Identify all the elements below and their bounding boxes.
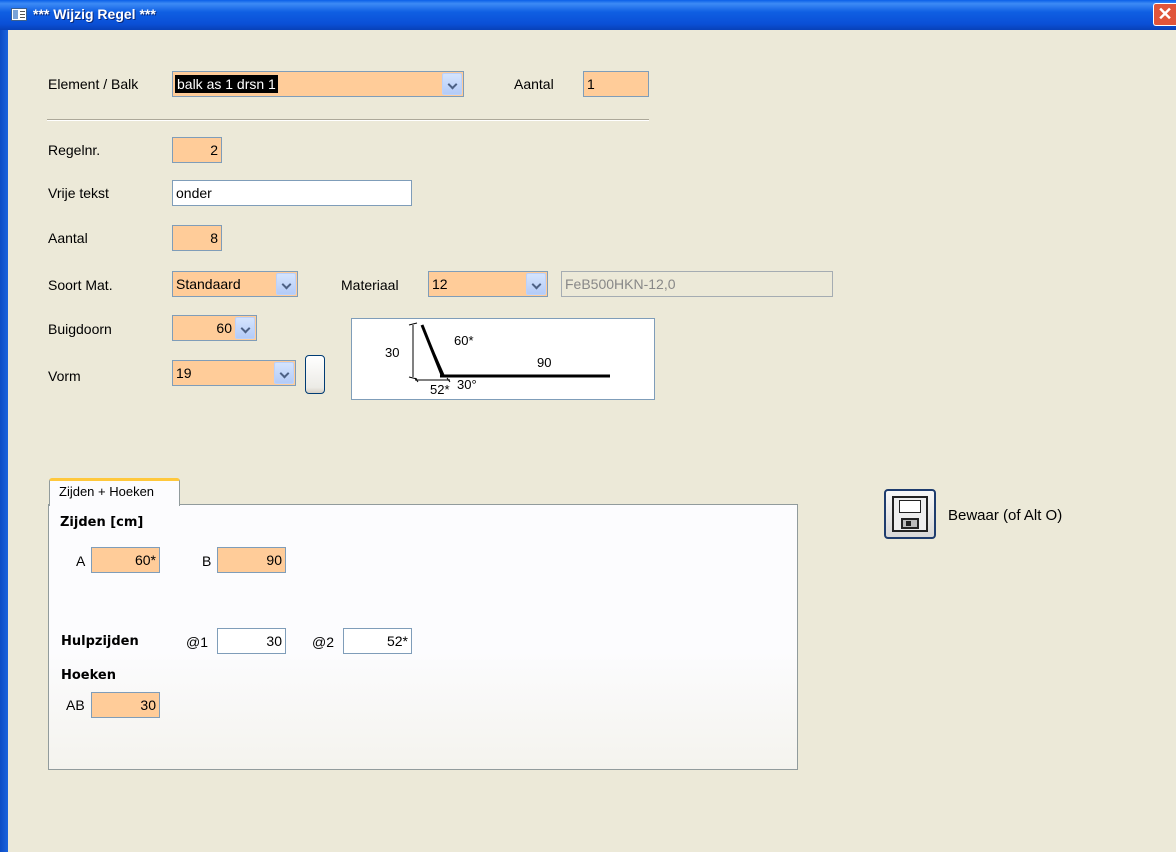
hoeken-heading: Hoeken bbox=[61, 668, 116, 683]
hulpzijde-2-field[interactable]: 52* bbox=[343, 628, 412, 654]
zijde-b-field[interactable]: 90 bbox=[217, 547, 286, 573]
chevron-down-icon[interactable] bbox=[442, 73, 462, 95]
vorm-combo[interactable]: 19 bbox=[172, 360, 296, 386]
vorm-picker-button[interactable] bbox=[305, 355, 325, 394]
aantal-field[interactable]: 8 bbox=[172, 225, 222, 251]
title-bar: *** Wijzig Regel *** ✕ bbox=[0, 0, 1176, 30]
element-balk-label: Element / Balk bbox=[48, 76, 139, 92]
shape-side-a bbox=[420, 324, 444, 376]
hulpzijde-1-label: @1 bbox=[186, 634, 208, 650]
hulpzijde-2-label: @2 bbox=[312, 634, 334, 650]
hoek-ab-field[interactable]: 30 bbox=[91, 692, 160, 718]
chevron-down-icon[interactable] bbox=[274, 362, 294, 384]
header-aantal-label: Aantal bbox=[514, 76, 554, 92]
shape-angle-label: 30° bbox=[457, 377, 477, 392]
vorm-value: 19 bbox=[176, 365, 192, 381]
tab-panel bbox=[48, 504, 798, 770]
tab-zijden-hoeken[interactable]: Zijden + Hoeken bbox=[49, 478, 180, 506]
bar-shape-drawing: 30 60* 90 52* 30° bbox=[385, 322, 610, 397]
vrije-tekst-label: Vrije tekst bbox=[48, 185, 109, 201]
zijde-b-label: B bbox=[202, 553, 212, 569]
header-aantal-field[interactable]: 1 bbox=[583, 71, 649, 97]
close-button[interactable]: ✕ bbox=[1153, 3, 1176, 26]
zijde-a-label: A bbox=[76, 553, 86, 569]
aantal-label: Aantal bbox=[48, 230, 88, 246]
element-balk-value: balk as 1 drsn 1 bbox=[175, 75, 278, 93]
shape-bottom-label: 52* bbox=[430, 382, 450, 397]
save-button[interactable] bbox=[884, 489, 936, 539]
soort-mat-combo[interactable]: Standaard bbox=[172, 271, 298, 297]
window-border bbox=[0, 30, 8, 852]
hulpzijden-heading: Hulpzijden bbox=[61, 634, 139, 649]
materiaal-description: FeB500HKN-12,0 bbox=[561, 271, 833, 297]
soort-mat-label: Soort Mat. bbox=[48, 277, 113, 293]
soort-mat-value: Standaard bbox=[176, 276, 241, 292]
save-label[interactable]: Bewaar (of Alt O) bbox=[948, 507, 1062, 524]
hulpzijde-1-field[interactable]: 30 bbox=[217, 628, 286, 654]
chevron-down-icon[interactable] bbox=[276, 273, 296, 295]
shape-side-a-label: 60* bbox=[454, 333, 474, 348]
vorm-label: Vorm bbox=[48, 368, 81, 384]
materiaal-value: 12 bbox=[432, 276, 448, 292]
floppy-disk-icon bbox=[892, 496, 928, 532]
regelnr-field[interactable]: 2 bbox=[172, 137, 222, 163]
hoek-ab-label: AB bbox=[66, 697, 85, 713]
shape-side-b-label: 90 bbox=[537, 355, 551, 370]
regelnr-label: Regelnr. bbox=[48, 142, 101, 158]
chevron-down-icon[interactable] bbox=[526, 273, 546, 295]
buigdoorn-combo[interactable]: 60 bbox=[172, 315, 257, 341]
separator-line bbox=[47, 119, 649, 121]
buigdoorn-label: Buigdoorn bbox=[48, 321, 112, 337]
zijde-a-field[interactable]: 60* bbox=[91, 547, 160, 573]
shape-preview: 30 60* 90 52* 30° bbox=[351, 318, 655, 400]
zijden-heading: Zijden [cm] bbox=[60, 515, 144, 530]
materiaal-label: Materiaal bbox=[341, 277, 399, 293]
form-icon bbox=[11, 8, 27, 21]
dimension-tick bbox=[408, 322, 418, 326]
chevron-down-icon[interactable] bbox=[235, 317, 255, 339]
buigdoorn-value: 60 bbox=[216, 320, 232, 336]
vrije-tekst-field[interactable]: onder bbox=[172, 180, 412, 206]
shape-height-label: 30 bbox=[385, 345, 399, 360]
element-balk-combo[interactable]: balk as 1 drsn 1 bbox=[172, 71, 464, 97]
materiaal-combo[interactable]: 12 bbox=[428, 271, 548, 297]
window-title: *** Wijzig Regel *** bbox=[33, 6, 156, 22]
